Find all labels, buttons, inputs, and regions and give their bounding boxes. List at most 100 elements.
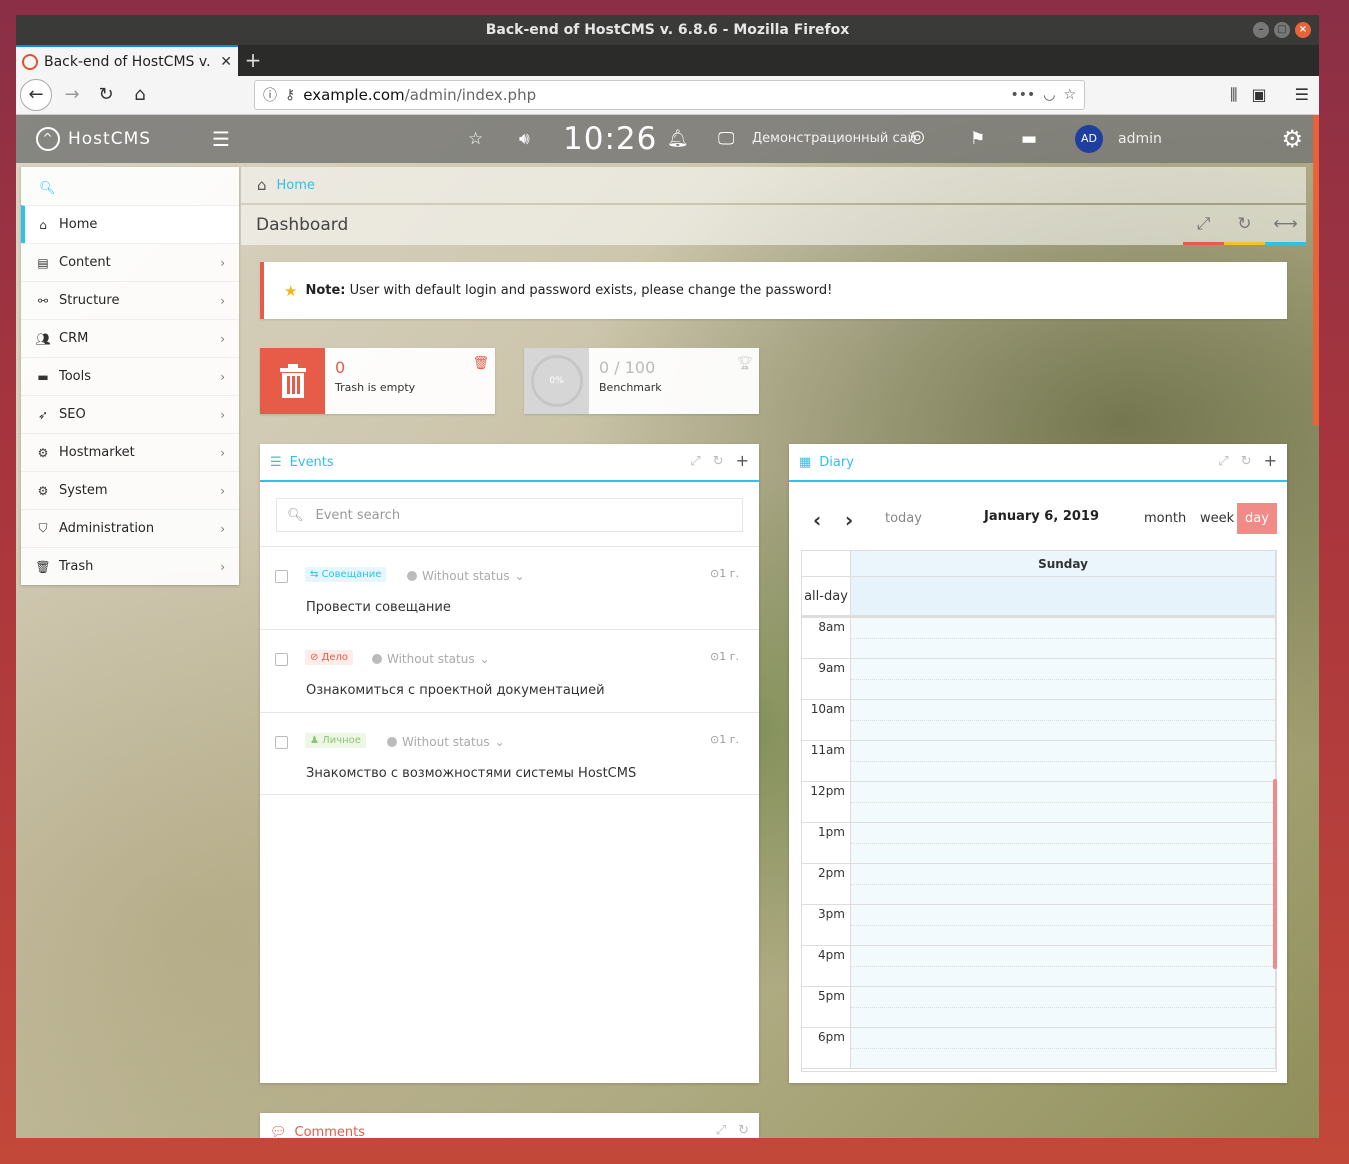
sidebar-item-tools[interactable]: ▬ Tools › xyxy=(21,357,239,395)
sidebar-item-trash[interactable]: 🗑︎ Trash › xyxy=(21,547,239,585)
more-actions-icon[interactable]: ••• xyxy=(1010,87,1035,103)
event-item[interactable]: ⊘ Дело Without status ⌄ ⊙1 г. Ознакомить… xyxy=(260,629,759,712)
time-slot[interactable] xyxy=(851,864,1276,904)
event-checkbox[interactable] xyxy=(275,653,288,666)
time-slot[interactable] xyxy=(851,659,1276,699)
time-slot[interactable] xyxy=(851,946,1276,986)
site-selector[interactable]: Демонстрационный сай xyxy=(752,131,916,146)
refresh-icon[interactable]: ↻ xyxy=(738,1123,749,1138)
time-slot[interactable] xyxy=(851,1028,1276,1068)
event-title[interactable]: Провести совещание xyxy=(306,600,451,615)
sidebar-item-content[interactable]: ▤ Content › xyxy=(21,243,239,281)
expand-icon[interactable]: ⤢ xyxy=(716,1123,726,1138)
add-event-icon[interactable]: + xyxy=(736,453,749,469)
reload-button[interactable]: ↻ xyxy=(92,81,120,109)
event-title[interactable]: Знакомство с возможностями системы HostC… xyxy=(306,766,636,781)
refresh-icon[interactable]: ↻ xyxy=(1241,454,1252,469)
time-slot[interactable] xyxy=(851,782,1276,822)
time-slot[interactable] xyxy=(851,987,1276,1027)
time-slot[interactable] xyxy=(851,700,1276,740)
menu-icon[interactable]: ☰ xyxy=(1295,85,1309,105)
add-diary-icon[interactable]: + xyxy=(1264,453,1277,469)
expand-icon[interactable]: ⤢ xyxy=(1218,454,1228,469)
diary-title: Diary xyxy=(819,454,854,470)
hour-label: 1pm xyxy=(802,823,851,863)
sidebar-item-administration[interactable]: ⛉ Administration › xyxy=(21,509,239,547)
time-slot[interactable] xyxy=(851,905,1276,945)
favorites-star-icon[interactable]: ☆ xyxy=(468,129,483,149)
sidebar-item-structure[interactable]: ⚯ Structure › xyxy=(21,281,239,319)
time-slot[interactable] xyxy=(851,618,1276,658)
new-tab-button[interactable]: + xyxy=(238,45,268,76)
refresh-icon[interactable]: ↻ xyxy=(713,454,724,469)
forward-button[interactable]: → xyxy=(58,81,86,109)
event-search-input[interactable]: 🔍︎ Event search xyxy=(276,498,743,532)
sidebar-item-home[interactable]: ⌂ Home xyxy=(21,205,239,243)
hostcms-logo[interactable]: ^ HostCMS xyxy=(16,127,206,151)
prev-day-button[interactable]: ‹ xyxy=(813,508,821,532)
event-status-dropdown[interactable]: Without status ⌄ xyxy=(407,569,525,583)
sidebar-item-system[interactable]: ⚙ System › xyxy=(21,471,239,509)
calendar-scrollbar[interactable] xyxy=(1273,779,1277,969)
trash-label: Trash is empty xyxy=(335,381,416,394)
avatar[interactable]: AD xyxy=(1075,125,1103,153)
back-button[interactable]: ← xyxy=(20,79,52,111)
expand-icon[interactable]: ⤢ xyxy=(690,454,700,469)
browser-tab[interactable]: Back-end of HostCMS v. 6.8.6 ✕ xyxy=(16,45,238,76)
chat-icon[interactable]: ▬ xyxy=(1021,129,1037,149)
url-text[interactable]: example.com/admin/index.php xyxy=(303,86,1002,104)
week-view-button[interactable]: week xyxy=(1200,511,1234,526)
maximize-icon[interactable]: □ xyxy=(1274,22,1290,38)
sound-icon[interactable]: 🔊︎ xyxy=(519,129,530,149)
event-checkbox[interactable] xyxy=(275,570,288,583)
url-bar[interactable]: ⓘ ⚷ example.com/admin/index.php ••• ◡ ☆ xyxy=(254,80,1085,110)
page-scrollbar[interactable] xyxy=(1313,115,1319,425)
close-window-icon[interactable]: × xyxy=(1295,22,1311,38)
fullscreen-icon[interactable]: ⤢ xyxy=(1183,205,1224,245)
event-item[interactable]: ♟ Личное Without status ⌄ ⊙1 г. Знакомст… xyxy=(260,712,759,795)
minimize-icon[interactable]: – xyxy=(1253,22,1269,38)
event-item[interactable]: ⇆ Совещание Without status ⌄ ⊙1 г. Прове… xyxy=(260,546,759,629)
expand-horizontal-icon[interactable]: ⟷ xyxy=(1265,205,1306,245)
notifications-bell-icon[interactable]: 🔔︎ xyxy=(667,129,689,149)
close-tab-icon[interactable]: ✕ xyxy=(220,54,232,70)
benchmark-value: 0 / 100 xyxy=(599,358,656,377)
sidebar-toggle-icon[interactable]: ▣ xyxy=(1252,85,1267,105)
monitor-icon[interactable]: 🖵 xyxy=(718,129,734,149)
all-day-slot[interactable] xyxy=(851,577,1276,615)
day-view-button[interactable]: day xyxy=(1237,503,1277,534)
refresh-icon[interactable]: ↻ xyxy=(1224,205,1265,245)
breadcrumb-home-link[interactable]: Home xyxy=(277,178,315,193)
search-icon[interactable]: 🔍︎ xyxy=(39,181,56,196)
bookmark-star-icon[interactable]: ☆ xyxy=(1063,87,1076,103)
trash-card[interactable]: 0 Trash is empty 🗑︎ xyxy=(260,348,495,414)
sidebar-item-hostmarket[interactable]: ⚙ Hostmarket › xyxy=(21,433,239,471)
event-time: ⊙1 г. xyxy=(710,733,739,746)
site-switch-icon[interactable]: ◎ xyxy=(910,127,925,147)
time-slot[interactable] xyxy=(851,741,1276,781)
sidebar-item-seo[interactable]: ➶ SEO › xyxy=(21,395,239,433)
event-status-dropdown[interactable]: Without status ⌄ xyxy=(387,735,505,749)
event-status-dropdown[interactable]: Without status ⌄ xyxy=(372,652,490,666)
chevron-right-icon: › xyxy=(220,445,225,460)
flag-icon[interactable]: ⚑ xyxy=(970,129,985,149)
next-day-button[interactable]: › xyxy=(845,508,853,532)
month-view-button[interactable]: month xyxy=(1144,511,1186,526)
page-title: Dashboard xyxy=(256,215,349,235)
event-title[interactable]: Ознакомиться с проектной документацией xyxy=(306,683,605,698)
home-button[interactable]: ⌂ xyxy=(126,81,154,109)
benchmark-card[interactable]: 0% 0 / 100 Benchmark 🏆︎ xyxy=(524,348,759,414)
info-icon[interactable]: ⓘ xyxy=(263,85,277,105)
sidebar-search[interactable]: 🔍︎ xyxy=(21,167,239,205)
hamburger-menu-icon[interactable]: ☰ xyxy=(212,127,230,151)
settings-gear-icon[interactable]: ⚙ xyxy=(1281,125,1303,153)
event-checkbox[interactable] xyxy=(275,736,288,749)
pocket-icon[interactable]: ◡ xyxy=(1043,87,1055,103)
benchmark-percent: 0% xyxy=(530,355,583,407)
library-icon[interactable]: ⫼ xyxy=(1230,85,1237,105)
time-slot[interactable] xyxy=(851,823,1276,863)
today-button[interactable]: today xyxy=(885,511,922,526)
gear-icon: ⚙ xyxy=(37,483,49,498)
sidebar-item-crm[interactable]: 👥︎ CRM › xyxy=(21,319,239,357)
username[interactable]: admin xyxy=(1118,131,1162,147)
